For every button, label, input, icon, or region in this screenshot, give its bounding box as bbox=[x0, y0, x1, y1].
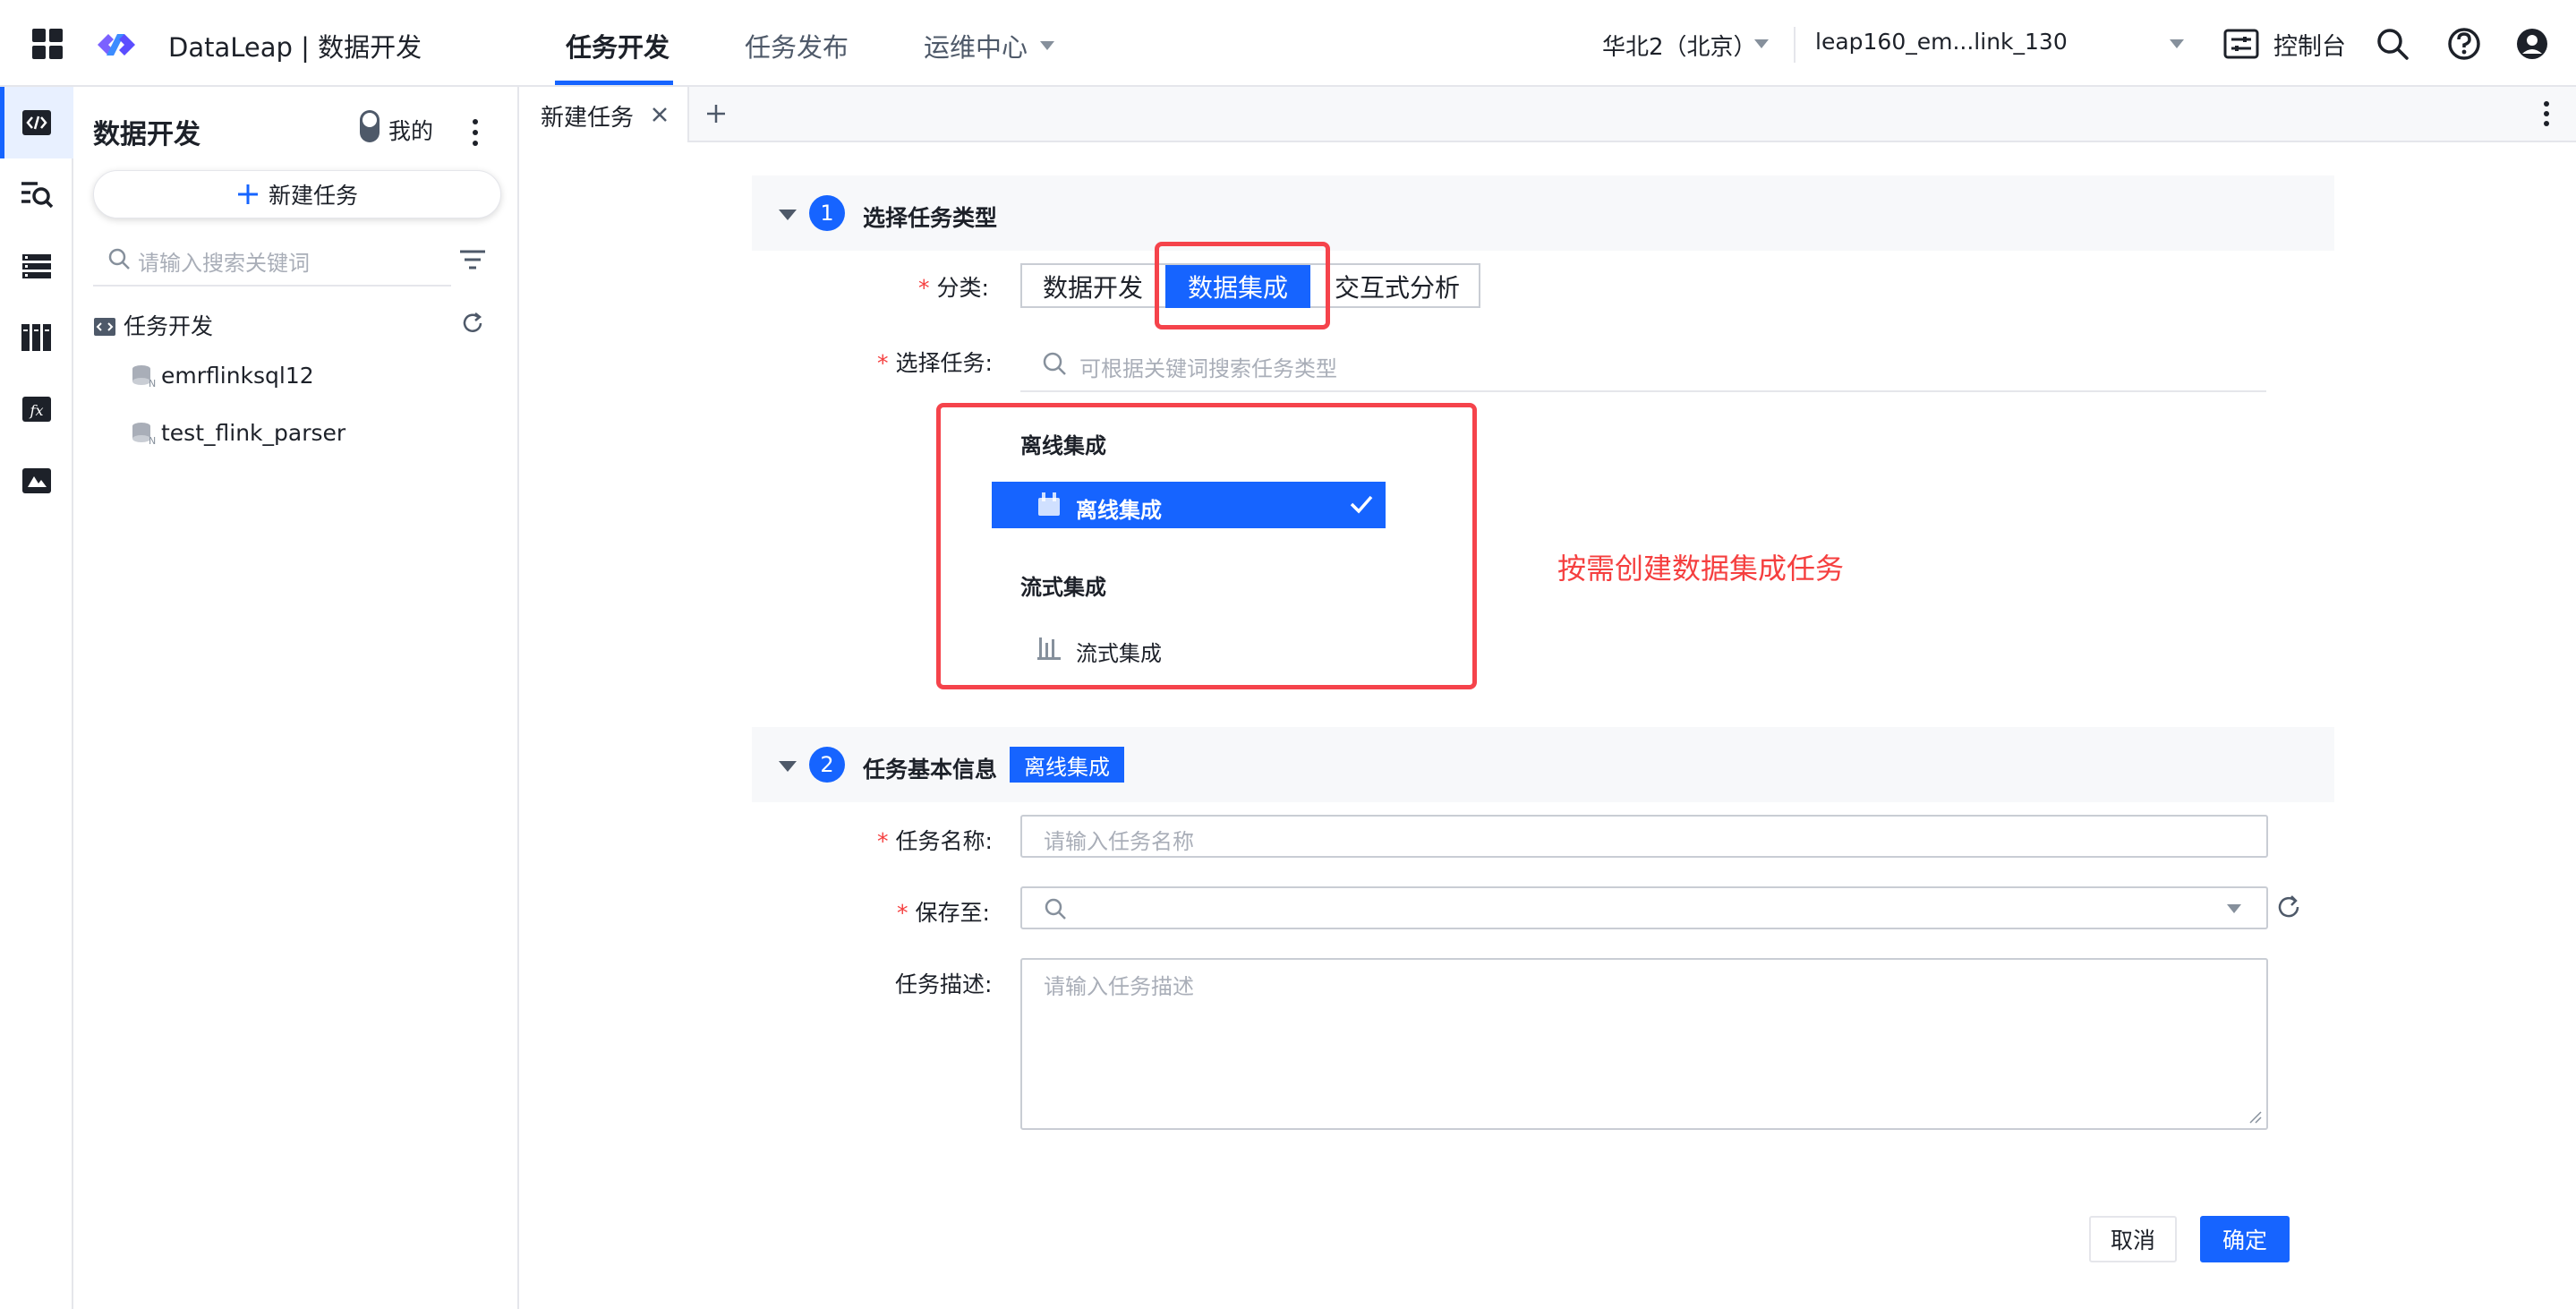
category-label: * 分类: bbox=[918, 275, 989, 301]
task-desc-placeholder: 请输入任务描述 bbox=[1044, 974, 1194, 999]
task-select-label: * 选择任务: bbox=[877, 350, 993, 376]
table-list-icon bbox=[22, 254, 51, 278]
task-name-input[interactable]: 请输入任务名称 bbox=[1020, 815, 2268, 858]
chevron-down-icon[interactable] bbox=[1754, 39, 1769, 48]
tab-new-task[interactable]: 新建任务 bbox=[519, 87, 689, 142]
refresh-icon[interactable] bbox=[460, 311, 485, 336]
annotation-text: 按需创建数据集成任务 bbox=[1557, 552, 1845, 586]
left-icon-rail: fx bbox=[0, 87, 73, 1309]
code-icon bbox=[22, 110, 51, 135]
divider bbox=[1794, 27, 1796, 63]
svg-text:N: N bbox=[149, 435, 156, 446]
refresh-icon[interactable] bbox=[2275, 894, 2302, 920]
help-icon[interactable] bbox=[2447, 27, 2481, 61]
rail-item-library[interactable] bbox=[0, 302, 73, 373]
mine-toggle[interactable] bbox=[360, 110, 380, 142]
tab-label: 新建任务 bbox=[541, 105, 635, 132]
save-to-select[interactable] bbox=[1020, 886, 2268, 929]
section-basic-info-header[interactable]: 2 任务基本信息 离线集成 bbox=[752, 727, 2334, 802]
step-badge: 1 bbox=[809, 195, 845, 231]
collapse-icon[interactable] bbox=[779, 210, 797, 220]
nav-tab-ops-center[interactable]: 运维中心 bbox=[924, 27, 1028, 64]
search-placeholder: 请输入搜索关键词 bbox=[138, 251, 310, 276]
svg-text:fx: fx bbox=[30, 402, 44, 419]
plus-icon bbox=[237, 184, 258, 204]
tree-item-label: emrflinksql12 bbox=[161, 363, 314, 389]
category-interactive-analysis[interactable]: 交互式分析 bbox=[1321, 265, 1473, 308]
search-icon bbox=[108, 248, 130, 270]
app-title: DataLeap | 数据开发 bbox=[168, 32, 422, 63]
task-desc-textarea[interactable]: 请输入任务描述 bbox=[1020, 958, 2268, 1130]
flink-sql-icon: N bbox=[132, 365, 156, 389]
task-type-search-input[interactable]: 可根据关键词搜索任务类型 bbox=[1020, 338, 2266, 392]
cancel-button[interactable]: 取消 bbox=[2089, 1216, 2177, 1262]
editor-tab-bar: 新建任务 bbox=[519, 87, 2576, 142]
section-title: 选择任务类型 bbox=[863, 205, 998, 231]
add-tab-icon[interactable] bbox=[705, 103, 727, 124]
rail-item-resources[interactable] bbox=[0, 445, 73, 517]
nav-tab-task-dev[interactable]: 任务开发 bbox=[566, 27, 670, 64]
search-icon bbox=[1045, 898, 1066, 920]
highlight-box-task-options bbox=[936, 403, 1477, 689]
highlight-box-category bbox=[1155, 242, 1330, 329]
more-icon[interactable] bbox=[2544, 101, 2549, 126]
mine-toggle-label[interactable]: 我的 bbox=[388, 114, 433, 146]
svg-text:N: N bbox=[149, 378, 156, 389]
task-search-placeholder: 可根据关键词搜索任务类型 bbox=[1079, 356, 1337, 381]
save-to-label: * 保存至: bbox=[897, 900, 990, 926]
task-name-placeholder: 请输入任务名称 bbox=[1044, 829, 1194, 854]
tree-root-label: 任务开发 bbox=[124, 313, 214, 339]
task-type-tag: 离线集成 bbox=[1010, 747, 1124, 783]
search-icon[interactable] bbox=[2376, 27, 2410, 61]
query-icon bbox=[21, 182, 54, 209]
tree-item[interactable]: N emrflinksql12 bbox=[131, 363, 314, 389]
function-icon: fx bbox=[22, 397, 51, 422]
rail-item-functions[interactable]: fx bbox=[0, 373, 73, 445]
console-icon[interactable] bbox=[2223, 29, 2259, 59]
tree-item[interactable]: N test_flink_parser bbox=[131, 420, 346, 447]
console-label[interactable]: 控制台 bbox=[2273, 27, 2346, 62]
collapse-icon[interactable] bbox=[779, 761, 797, 772]
flink-sql-icon: N bbox=[132, 423, 156, 447]
rail-item-query[interactable] bbox=[0, 158, 73, 230]
library-icon bbox=[21, 324, 51, 351]
section-task-type-header[interactable]: 1 选择任务类型 bbox=[752, 175, 2334, 251]
code-icon bbox=[94, 318, 115, 336]
rail-item-code[interactable] bbox=[0, 87, 73, 158]
tree-item-label: test_flink_parser bbox=[161, 420, 346, 446]
top-bar: DataLeap | 数据开发 任务开发 任务发布 运维中心 华北2（北京） l… bbox=[0, 0, 2576, 87]
project-selector[interactable]: leap160_em...link_130 bbox=[1815, 29, 2068, 55]
new-task-button[interactable]: 新建任务 bbox=[93, 170, 501, 218]
chevron-down-icon[interactable] bbox=[2170, 39, 2184, 48]
resize-handle-icon[interactable] bbox=[2248, 1110, 2263, 1125]
confirm-button[interactable]: 确定 bbox=[2200, 1216, 2290, 1262]
step-badge: 2 bbox=[809, 747, 845, 783]
more-icon[interactable] bbox=[473, 119, 478, 146]
close-icon[interactable] bbox=[652, 107, 668, 123]
side-panel: 数据开发 我的 新建任务 请输入搜索关键词 任务开发 N emrflinksql… bbox=[73, 87, 519, 1309]
chevron-down-icon[interactable] bbox=[2227, 904, 2241, 913]
filter-icon[interactable] bbox=[458, 248, 487, 271]
logo-icon bbox=[98, 34, 135, 56]
tree-search-input[interactable]: 请输入搜索关键词 bbox=[93, 235, 451, 287]
task-desc-label: 任务描述: bbox=[895, 971, 993, 997]
user-icon[interactable] bbox=[2515, 27, 2549, 61]
section-title: 任务基本信息 bbox=[863, 757, 998, 783]
chevron-down-icon[interactable] bbox=[1040, 41, 1054, 50]
tree-root-task-dev[interactable]: 任务开发 bbox=[93, 309, 213, 341]
nav-tab-task-publish[interactable]: 任务发布 bbox=[745, 27, 849, 64]
region-selector[interactable]: 华北2（北京） bbox=[1602, 29, 1757, 62]
apps-grid-icon[interactable] bbox=[32, 29, 63, 59]
new-task-label: 新建任务 bbox=[268, 183, 358, 209]
task-name-label: * 任务名称: bbox=[877, 828, 993, 854]
category-data-dev[interactable]: 数据开发 bbox=[1026, 265, 1160, 308]
panel-title: 数据开发 bbox=[93, 119, 200, 150]
resource-icon bbox=[22, 468, 51, 493]
nav-active-underline bbox=[555, 81, 673, 85]
search-icon bbox=[1043, 352, 1066, 375]
rail-item-tables[interactable] bbox=[0, 230, 73, 302]
